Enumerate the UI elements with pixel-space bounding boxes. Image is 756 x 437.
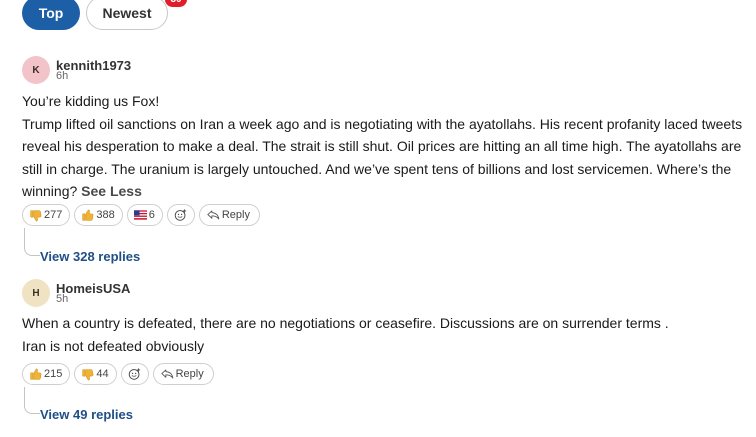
avatar-letter: K <box>32 64 40 76</box>
thumbs-down-icon <box>81 368 94 381</box>
tab-newest[interactable]: Newest <box>86 0 168 30</box>
comment-line: When a country is defeated, there are no… <box>22 315 669 331</box>
dislike-button[interactable]: 44 <box>74 363 117 385</box>
dislike-count: 277 <box>44 209 63 221</box>
reply-arrow-icon <box>207 209 220 222</box>
reaction-bar: 215 44 Reply <box>22 363 214 385</box>
thread-line <box>24 228 40 256</box>
avatar[interactable]: H <box>22 279 50 307</box>
dislike-button[interactable]: 277 <box>22 204 71 226</box>
view-replies-link[interactable]: View 49 replies <box>40 407 133 422</box>
add-reaction-button[interactable] <box>120 363 149 385</box>
notification-badge: 30 <box>165 0 187 7</box>
timestamp: 5h <box>56 293 69 305</box>
flag-count: 6 <box>148 209 155 221</box>
thumbs-up-icon <box>81 209 94 222</box>
like-button[interactable]: 215 <box>22 363 71 385</box>
tab-top[interactable]: Top <box>22 0 80 30</box>
comment-line: You’re kidding us Fox! <box>22 93 160 109</box>
thumbs-up-icon <box>29 368 42 381</box>
view-replies-link[interactable]: View 328 replies <box>40 249 140 264</box>
reply-button[interactable]: Reply <box>152 363 214 385</box>
thread-line <box>24 387 40 414</box>
smiley-plus-icon <box>128 368 141 381</box>
thumbs-down-icon <box>29 209 42 222</box>
like-button[interactable]: 388 <box>74 204 123 226</box>
timestamp: 6h <box>56 70 69 82</box>
avatar-letter: H <box>32 287 40 299</box>
comment-body: You’re kidding us Fox! Trump lifted oil … <box>22 90 752 203</box>
avatar[interactable]: K <box>22 56 50 84</box>
reply-label: Reply <box>175 368 204 380</box>
us-flag-icon <box>133 209 147 222</box>
flag-reaction-button[interactable]: 6 <box>126 204 163 226</box>
reply-button[interactable]: Reply <box>198 204 260 226</box>
comment-text: Trump lifted oil sanctions on Iran a wee… <box>22 115 743 200</box>
like-count: 215 <box>44 368 63 380</box>
see-less-link[interactable]: See Less <box>81 183 142 199</box>
dislike-count: 44 <box>96 368 109 380</box>
reaction-bar: 277 388 6 Reply <box>22 204 260 226</box>
comment-body: When a country is defeated, there are no… <box>22 312 752 357</box>
add-reaction-button[interactable] <box>166 204 195 226</box>
comment-line: Iran is not defeated obviously <box>22 337 205 354</box>
reply-arrow-icon <box>160 368 174 381</box>
reply-label: Reply <box>221 209 250 221</box>
smiley-plus-icon <box>174 209 187 222</box>
like-count: 388 <box>96 209 115 221</box>
